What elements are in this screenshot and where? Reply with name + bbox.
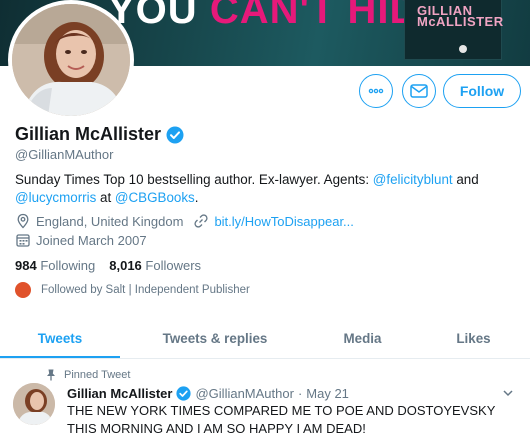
profile-name: Gillian McAllister [15,124,162,144]
more-options-button[interactable] [359,74,393,108]
agent-link-lucycmorris[interactable]: @lucycmorris [15,190,96,205]
tweet-date[interactable]: May 21 [306,386,349,401]
active-tab-indicator [0,356,120,358]
follow-button[interactable]: Follow [443,74,521,108]
publisher-logo [459,45,467,53]
verified-badge-icon [176,386,192,401]
profile-avatar[interactable] [8,0,134,120]
tab-tweets-and-replies[interactable]: Tweets & replies [140,318,290,358]
followers-label: Followers [145,258,202,273]
bio-text: and [452,172,479,187]
message-button[interactable] [402,74,436,108]
followers-link[interactable]: 8,016 Followers [109,258,201,273]
pinned-tweet-label: Pinned Tweet [64,369,131,381]
more-icon [368,88,384,94]
avatar-photo [12,4,130,116]
envelope-icon [410,84,428,98]
tweet-separator: · [297,386,303,401]
tweet-avatar[interactable] [13,383,55,425]
profile-bio: Sunday Times Top 10 bestselling author. … [15,171,520,207]
profile-handle: @GillianMAuthor [15,147,114,162]
following-label: Following [40,258,96,273]
tab-likes[interactable]: Likes [420,318,527,358]
link-icon [193,213,209,229]
following-link[interactable]: 984 Following [15,258,95,273]
follow-counts: 984 Following 8,016 Followers [15,258,201,273]
followed-by-row[interactable]: Followed by Salt | Independent Publisher [15,282,250,298]
profile-location: England, United Kingdom [36,213,184,229]
book-cover: GILLIAN McALLISTER [404,0,504,60]
profile-joined-row: Joined March 2007 [15,232,147,248]
followed-by-text: Followed by Salt | Independent Publisher [41,284,250,296]
tweet-header: Gillian McAllister @GillianMAuthor · May… [67,386,349,401]
agency-link-cbgbooks[interactable]: @CBGBooks [115,190,195,205]
tab-media[interactable]: Media [310,318,415,358]
profile-joined: Joined March 2007 [36,232,147,248]
profile-website-link[interactable]: bit.ly/HowToDisappear... [214,214,353,229]
tweet-text: THE NEW YORK TIMES COMPARED ME TO POE AN… [67,403,496,436]
profile-name-row: Gillian McAllister [15,124,184,145]
follower-avatar [15,282,31,298]
following-count: 984 [15,258,37,273]
tweet-author[interactable]: Gillian McAllister [67,386,172,401]
profile-tabs: Tweets Tweets & replies Media Likes [0,318,530,359]
chevron-down-icon[interactable] [502,388,514,398]
calendar-icon [15,232,31,248]
profile-meta: England, United Kingdom bit.ly/HowToDisa… [15,213,354,229]
book-title: GILLIAN McALLISTER [417,3,504,29]
pin-icon [47,369,55,381]
tweet-avatar-photo [13,383,55,425]
bio-text: at [96,190,115,205]
pinned-tweet-label-row: Pinned Tweet [46,369,130,381]
bio-text: Sunday Times Top 10 bestselling author. … [15,172,373,187]
bio-text: . [194,190,199,205]
verified-badge-icon [166,126,184,143]
followers-count: 8,016 [109,258,142,273]
tab-tweets[interactable]: Tweets [0,318,120,358]
location-icon [15,213,31,229]
tweet-handle[interactable]: @GillianMAuthor [195,386,293,401]
agent-link-felicityblunt[interactable]: @felicityblunt [373,172,453,187]
